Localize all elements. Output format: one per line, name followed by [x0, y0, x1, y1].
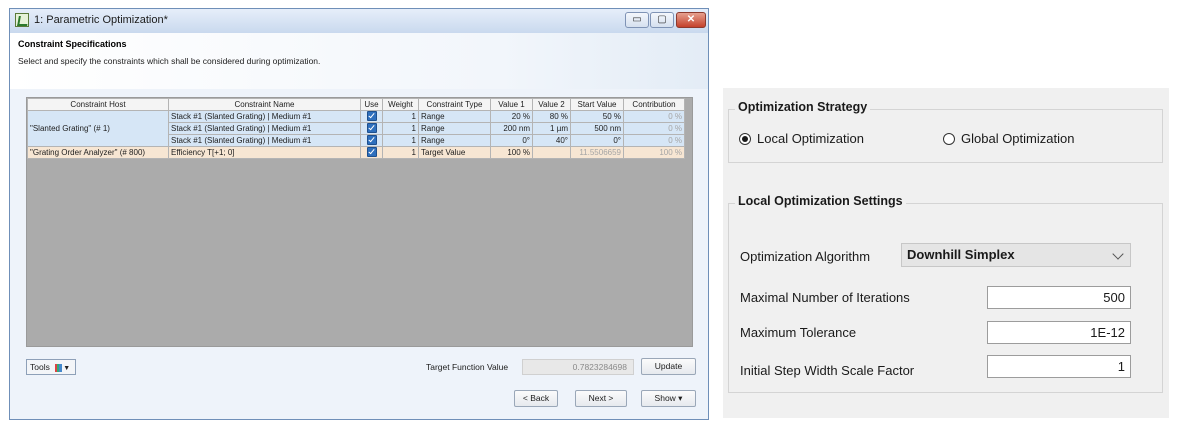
- tolerance-input[interactable]: 1E-12: [987, 321, 1131, 344]
- use-cell[interactable]: [360, 122, 383, 135]
- column-header-weight[interactable]: Weight: [382, 98, 419, 111]
- weight-cell[interactable]: 1: [382, 134, 419, 147]
- start-value-cell[interactable]: 500 nm: [570, 122, 624, 135]
- value2-cell[interactable]: 1 µm: [532, 122, 571, 135]
- start-value-cell: 11.5506659: [570, 146, 624, 159]
- app-icon: [15, 13, 29, 27]
- step-width-label: Initial Step Width Scale Factor: [740, 363, 915, 378]
- dialog-header: Constraint Specifications Select and spe…: [10, 33, 708, 89]
- tools-label: Tools: [30, 362, 50, 372]
- value1-cell[interactable]: 100 %: [490, 146, 533, 159]
- constraint-host-cell[interactable]: "Grating Order Analyzer" (# 800): [27, 146, 169, 159]
- column-header-value1[interactable]: Value 1: [490, 98, 533, 111]
- constraint-type-cell[interactable]: Range: [418, 134, 491, 147]
- use-cell[interactable]: [360, 110, 383, 123]
- constraint-name-cell[interactable]: Stack #1 (Slanted Grating) | Medium #1: [168, 110, 361, 123]
- radio-unselected-icon: [943, 133, 955, 145]
- contribution-cell: 0 %: [623, 134, 685, 147]
- contribution-cell: 100 %: [623, 146, 685, 159]
- checkbox-checked-icon[interactable]: [366, 123, 377, 134]
- update-button[interactable]: Update: [641, 358, 696, 375]
- weight-cell[interactable]: 1: [382, 122, 419, 135]
- tools-button[interactable]: Tools ▼: [26, 359, 76, 375]
- title-bar[interactable]: 1: Parametric Optimization* ▭ ▢ ✕: [10, 9, 708, 33]
- target-function-label: Target Function Value: [426, 362, 509, 372]
- parametric-optimization-window: 1: Parametric Optimization* ▭ ▢ ✕ Constr…: [9, 8, 709, 420]
- window-title: 1: Parametric Optimization*: [34, 14, 168, 26]
- constraint-name-cell[interactable]: Stack #1 (Slanted Grating) | Medium #1: [168, 134, 361, 147]
- use-cell[interactable]: [360, 146, 383, 159]
- page-subtitle: Select and specify the constraints which…: [18, 56, 321, 66]
- value2-cell[interactable]: 80 %: [532, 110, 571, 123]
- step-width-input[interactable]: 1: [987, 355, 1131, 378]
- constraint-name-cell[interactable]: Efficiency T[+1; 0]: [168, 146, 361, 159]
- max-iterations-label: Maximal Number of Iterations: [740, 290, 910, 305]
- column-header-host[interactable]: Constraint Host: [27, 98, 169, 111]
- value1-cell[interactable]: 200 nm: [490, 122, 533, 135]
- start-value-cell[interactable]: 50 %: [570, 110, 624, 123]
- start-value-cell[interactable]: 0°: [570, 134, 624, 147]
- contribution-cell: 0 %: [623, 122, 685, 135]
- minimize-icon: ▭: [632, 14, 642, 25]
- constraint-grid: Constraint Host Constraint Name Use Weig…: [26, 97, 693, 347]
- back-button[interactable]: < Back: [514, 390, 558, 407]
- local-settings-label: Local Optimization Settings: [735, 194, 906, 208]
- constraint-table: Constraint Host Constraint Name Use Weig…: [27, 98, 685, 159]
- max-iterations-input[interactable]: 500: [987, 286, 1131, 309]
- constraint-host-cell[interactable]: "Slanted Grating" (# 1): [27, 110, 169, 147]
- local-optimization-label: Local Optimization: [757, 131, 864, 146]
- show-button[interactable]: Show ▾: [641, 390, 696, 407]
- column-header-use[interactable]: Use: [360, 98, 383, 111]
- weight-cell[interactable]: 1: [382, 146, 419, 159]
- weight-cell[interactable]: 1: [382, 110, 419, 123]
- value1-cell[interactable]: 20 %: [490, 110, 533, 123]
- optimization-settings-panel: Optimization Strategy Local Optimization…: [723, 88, 1169, 418]
- algorithm-label: Optimization Algorithm: [740, 249, 871, 264]
- close-icon: ✕: [686, 14, 696, 25]
- constraint-type-cell[interactable]: Range: [418, 122, 491, 135]
- use-cell[interactable]: [360, 134, 383, 147]
- algorithm-value: Downhill Simplex: [907, 247, 1015, 262]
- tolerance-label: Maximum Tolerance: [740, 325, 857, 340]
- target-function-value: 0.7823284698: [522, 359, 634, 375]
- maximize-icon: ▢: [657, 14, 667, 25]
- chevron-down-icon: ▼: [63, 365, 71, 372]
- value2-cell[interactable]: [532, 146, 571, 159]
- radio-selected-icon: [739, 133, 751, 145]
- algorithm-select[interactable]: Downhill Simplex: [901, 243, 1131, 267]
- next-button[interactable]: Next >: [575, 390, 627, 407]
- table-row[interactable]: "Slanted Grating" (# 1) Stack #1 (Slante…: [27, 110, 685, 147]
- tools-icon: [55, 363, 63, 372]
- global-optimization-radio[interactable]: Global Optimization: [943, 131, 1074, 146]
- page-title: Constraint Specifications: [18, 39, 127, 49]
- column-header-type[interactable]: Constraint Type: [418, 98, 491, 111]
- checkbox-checked-icon[interactable]: [366, 135, 377, 146]
- checkbox-checked-icon[interactable]: [366, 111, 377, 122]
- column-header-contribution[interactable]: Contribution: [623, 98, 685, 111]
- close-button[interactable]: ✕: [676, 12, 706, 28]
- value2-cell[interactable]: 40°: [532, 134, 571, 147]
- checkbox-checked-icon[interactable]: [366, 147, 377, 158]
- constraint-name-cell[interactable]: Stack #1 (Slanted Grating) | Medium #1: [168, 122, 361, 135]
- value1-cell[interactable]: 0°: [490, 134, 533, 147]
- global-optimization-label: Global Optimization: [961, 131, 1075, 146]
- column-header-name[interactable]: Constraint Name: [168, 98, 361, 111]
- local-optimization-radio[interactable]: Local Optimization: [739, 131, 864, 146]
- constraint-type-cell[interactable]: Target Value: [418, 146, 491, 159]
- contribution-cell: 0 %: [623, 110, 685, 123]
- column-header-start-value[interactable]: Start Value: [570, 98, 624, 111]
- minimize-button[interactable]: ▭: [625, 12, 649, 28]
- optimization-strategy-label: Optimization Strategy: [735, 100, 871, 114]
- column-header-value2[interactable]: Value 2: [532, 98, 571, 111]
- constraint-type-cell[interactable]: Range: [418, 110, 491, 123]
- maximize-button[interactable]: ▢: [650, 12, 674, 28]
- table-row[interactable]: "Grating Order Analyzer" (# 800) Efficie…: [27, 146, 685, 159]
- chevron-down-icon: [1112, 248, 1124, 260]
- table-header-row: Constraint Host Constraint Name Use Weig…: [27, 98, 685, 111]
